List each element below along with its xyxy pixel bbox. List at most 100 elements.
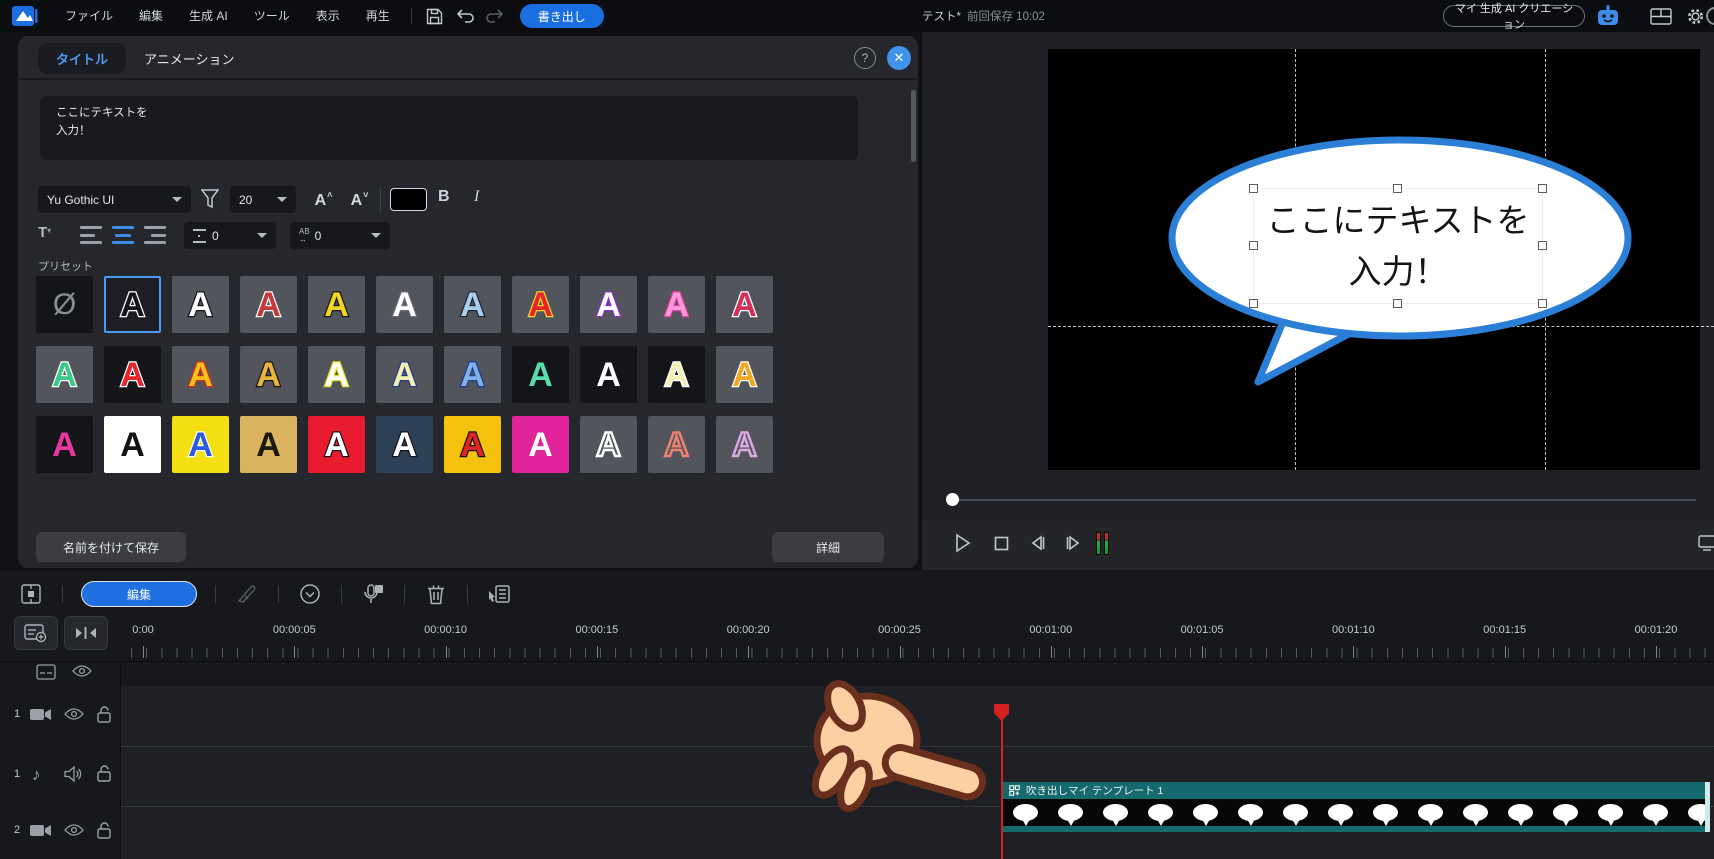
resize-handle[interactable]	[1393, 184, 1402, 193]
stop-button[interactable]	[988, 530, 1014, 556]
font-size-select[interactable]: 20	[230, 186, 296, 213]
text-selection-box[interactable]: ここにテキストを 入力！	[1249, 184, 1547, 308]
split-razor-icon[interactable]	[232, 581, 262, 607]
title-text-input[interactable]: ここにテキストを 入力！	[40, 96, 858, 160]
text-orientation-button[interactable]: T▾	[38, 224, 51, 241]
play-button[interactable]	[950, 530, 976, 556]
preset-swatch-29[interactable]: A	[512, 416, 569, 473]
lock-open-icon[interactable]	[96, 765, 112, 782]
clip-trim-handle[interactable]	[1705, 782, 1710, 832]
panel-scrollbar[interactable]	[911, 90, 916, 162]
resize-handle[interactable]	[1538, 241, 1547, 250]
keyframe-icon[interactable]	[16, 581, 46, 607]
resize-handle[interactable]	[1249, 299, 1258, 308]
speech-to-text-icon[interactable]: T	[358, 581, 388, 607]
resize-handle[interactable]	[1538, 184, 1547, 193]
preset-swatch-13[interactable]: A	[172, 346, 229, 403]
lock-open-icon[interactable]	[96, 706, 112, 723]
preset-swatch-24[interactable]: A	[172, 416, 229, 473]
preset-swatch-22[interactable]: A	[36, 416, 93, 473]
preset-swatch-0[interactable]: Ø	[36, 276, 93, 333]
resize-handle[interactable]	[1393, 299, 1402, 308]
ai-robot-icon[interactable]	[1596, 5, 1620, 27]
preset-swatch-11[interactable]: A	[36, 346, 93, 403]
eye-icon[interactable]	[72, 664, 92, 678]
letter-spacing-select[interactable]: AB ↔ 0	[290, 222, 390, 249]
preset-swatch-21[interactable]: A	[716, 346, 773, 403]
preset-swatch-31[interactable]: A	[648, 416, 705, 473]
preset-swatch-30[interactable]: A	[580, 416, 637, 473]
detail-button[interactable]: 詳細	[772, 532, 884, 562]
next-frame-button[interactable]	[1060, 530, 1086, 556]
preset-swatch-9[interactable]: A	[648, 276, 705, 333]
select-clip-icon[interactable]	[484, 581, 514, 607]
bold-button[interactable]: B	[438, 188, 450, 206]
increase-font-icon[interactable]: A ˄	[308, 186, 338, 213]
font-family-select[interactable]: Yu Gothic UI	[38, 186, 191, 213]
undo-icon[interactable]	[452, 3, 478, 29]
redo-icon[interactable]	[482, 3, 508, 29]
align-right-button[interactable]	[144, 226, 166, 244]
preset-swatch-8[interactable]: A	[580, 276, 637, 333]
italic-button[interactable]: I	[474, 188, 479, 206]
edit-button[interactable]: 編集	[81, 581, 197, 607]
preset-swatch-5[interactable]: A	[376, 276, 433, 333]
delete-trash-icon[interactable]	[421, 581, 451, 607]
preview-seek-knob[interactable]	[946, 493, 959, 506]
resize-handle[interactable]	[1249, 241, 1258, 250]
lock-open-icon[interactable]	[96, 822, 112, 839]
menu-item-2[interactable]: 生成 AI	[176, 0, 241, 32]
playhead-line[interactable]	[1001, 706, 1003, 859]
preset-swatch-17[interactable]: A	[444, 346, 501, 403]
preset-swatch-18[interactable]: A	[512, 346, 569, 403]
previous-frame-button[interactable]	[1024, 530, 1050, 556]
preset-swatch-26[interactable]: A	[308, 416, 365, 473]
preset-swatch-25[interactable]: A	[240, 416, 297, 473]
menu-item-1[interactable]: 編集	[126, 0, 176, 32]
tab-title[interactable]: タイトル	[38, 43, 126, 74]
clip-speech-template[interactable]: 吹き出しマイ テンプレート 1	[1003, 782, 1710, 832]
preset-swatch-15[interactable]: A	[308, 346, 365, 403]
align-center-button[interactable]	[112, 226, 134, 244]
preview-seekbar[interactable]	[952, 499, 1696, 501]
line-spacing-select[interactable]: 0	[184, 222, 276, 249]
tab-animation[interactable]: アニメーション	[144, 43, 234, 74]
timeline-ruler[interactable]: 0:00 00:00:05 00:00:10 00:00:15 00:00:20 00:0…	[0, 612, 1714, 662]
preset-swatch-2[interactable]: A	[172, 276, 229, 333]
my-ai-creations-button[interactable]: マイ 生成 AI クリエーション	[1443, 3, 1585, 31]
close-panel-button[interactable]: ✕	[887, 46, 911, 70]
duration-clock-icon[interactable]	[295, 581, 325, 607]
font-color-swatch[interactable]	[390, 188, 427, 211]
preset-swatch-6[interactable]: A	[444, 276, 501, 333]
preset-swatch-27[interactable]: A	[376, 416, 433, 473]
menu-item-4[interactable]: 表示	[303, 0, 353, 32]
menu-item-5[interactable]: 再生	[353, 0, 403, 32]
speaker-icon[interactable]	[64, 766, 83, 782]
menu-item-3[interactable]: ツール	[241, 0, 303, 32]
help-button[interactable]: ?	[854, 47, 876, 69]
preset-swatch-3[interactable]: A	[240, 276, 297, 333]
resize-handle[interactable]	[1249, 184, 1258, 193]
layout-icon[interactable]	[1650, 8, 1672, 25]
eye-icon[interactable]	[64, 707, 84, 721]
eye-icon[interactable]	[64, 823, 84, 837]
preset-swatch-1[interactable]: A	[104, 276, 161, 333]
preset-swatch-16[interactable]: A	[376, 346, 433, 403]
export-button[interactable]: 書き出し	[519, 4, 604, 28]
save-icon[interactable]	[422, 3, 448, 29]
save-as-button[interactable]: 名前を付けて保存	[36, 532, 186, 562]
decrease-font-icon[interactable]: A ˅	[344, 186, 374, 213]
preset-swatch-32[interactable]: A	[716, 416, 773, 473]
preset-swatch-7[interactable]: A	[512, 276, 569, 333]
preset-swatch-28[interactable]: A	[444, 416, 501, 473]
preset-swatch-14[interactable]: A	[240, 346, 297, 403]
preset-swatch-12[interactable]: A	[104, 346, 161, 403]
preset-swatch-10[interactable]: A	[716, 276, 773, 333]
font-filter-icon[interactable]	[201, 189, 219, 209]
menu-item-0[interactable]: ファイル	[52, 0, 126, 32]
align-left-button[interactable]	[80, 226, 102, 244]
subtitle-track-icon[interactable]	[36, 664, 56, 680]
preset-swatch-19[interactable]: A	[580, 346, 637, 403]
preview-quality-icon[interactable]	[1694, 530, 1714, 556]
preset-swatch-4[interactable]: A	[308, 276, 365, 333]
